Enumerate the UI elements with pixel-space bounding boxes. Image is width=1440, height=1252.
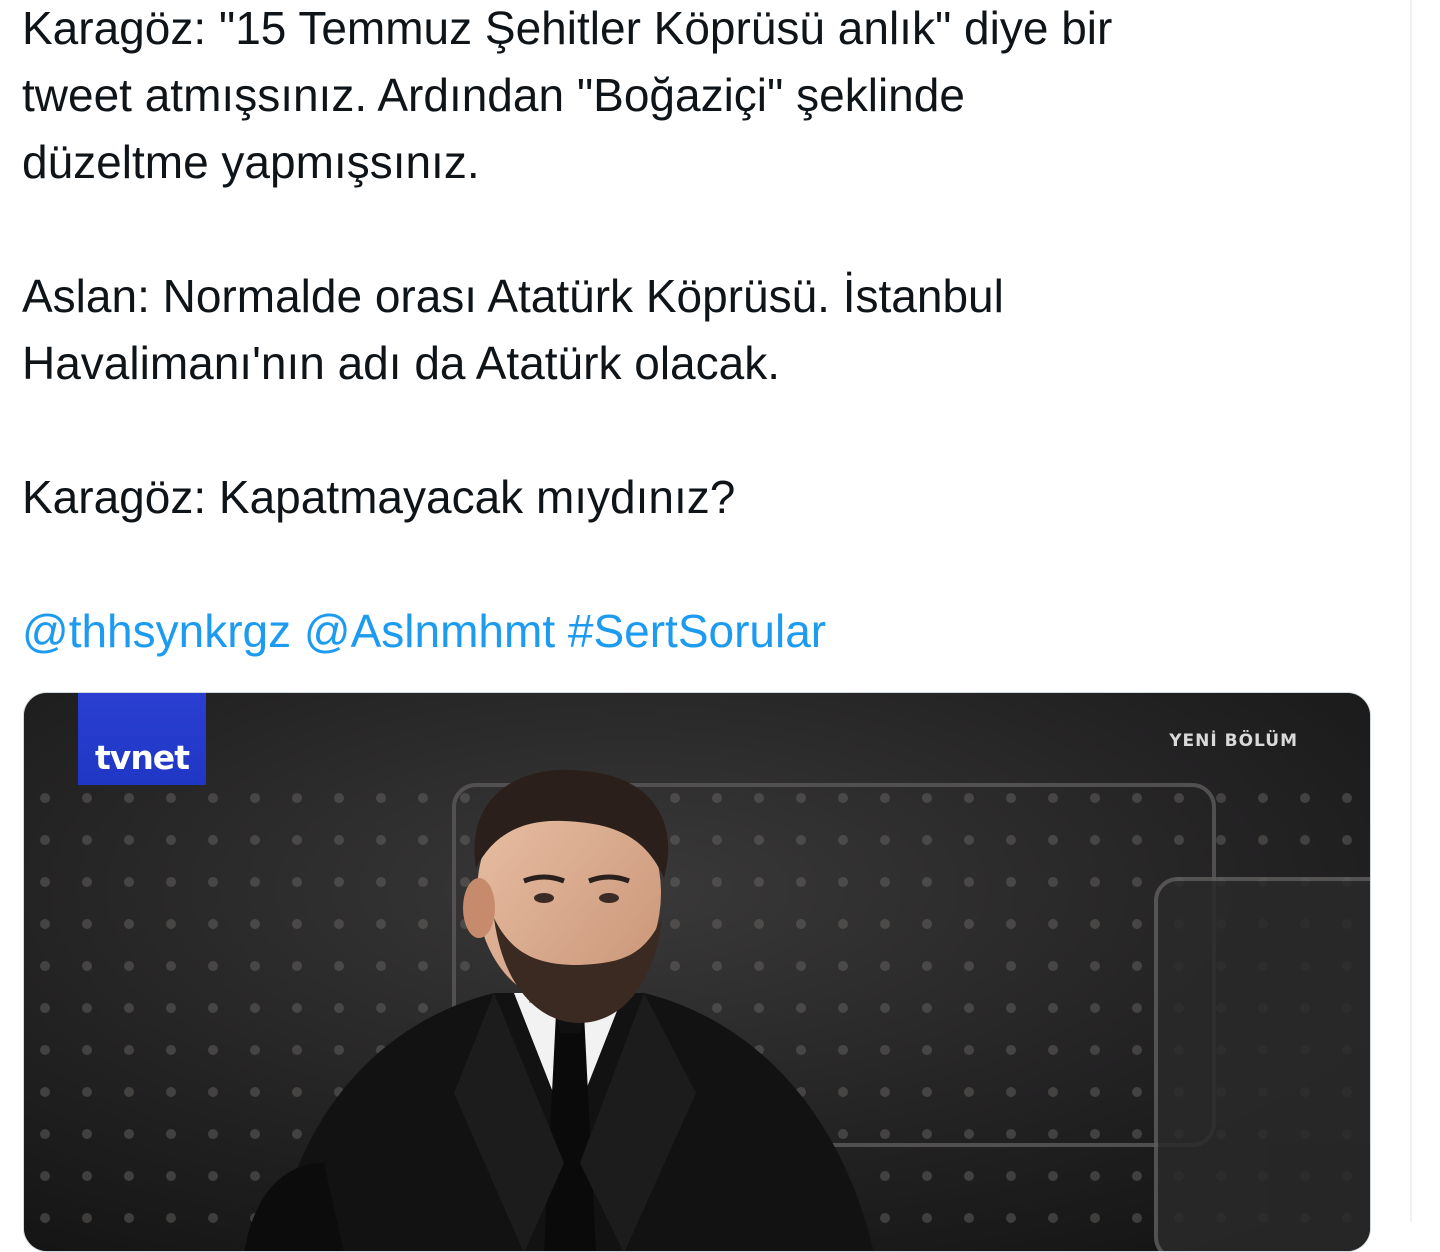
tweet-paragraph-question: Karagöz: "15 Temmuz Şehitler Köprüsü anl… <box>22 2 1113 188</box>
tweet-text: Karagöz: "15 Temmuz Şehitler Köprüsü anl… <box>22 0 1392 665</box>
tweet-paragraph-followup: Karagöz: Kapatmayacak mıydınız? <box>22 471 736 523</box>
tvnet-logo: tvnet <box>78 693 206 785</box>
mention-link-aslnmhmt[interactable]: @Aslnmhmt <box>304 605 555 657</box>
tweet-links-line: @thhsynkrgz @Aslnmhmt #SertSorular <box>22 598 1392 665</box>
video-thumbnail[interactable]: tvnet YENİ BÖLÜM <box>23 692 1371 1252</box>
tweet-body: Karagöz: "15 Temmuz Şehitler Köprüsü anl… <box>0 0 1410 1252</box>
hashtag-link-sertsorular[interactable]: #SertSorular <box>568 605 826 657</box>
studio-scene-image <box>24 693 1370 1251</box>
column-divider <box>1410 0 1412 1222</box>
mention-link-thhsynkrgz[interactable]: @thhsynkrgz <box>22 605 291 657</box>
tweet-paragraph-answer: Aslan: Normalde orası Atatürk Köprüsü. İ… <box>22 270 1004 389</box>
new-episode-badge: YENİ BÖLÜM <box>1169 731 1298 751</box>
